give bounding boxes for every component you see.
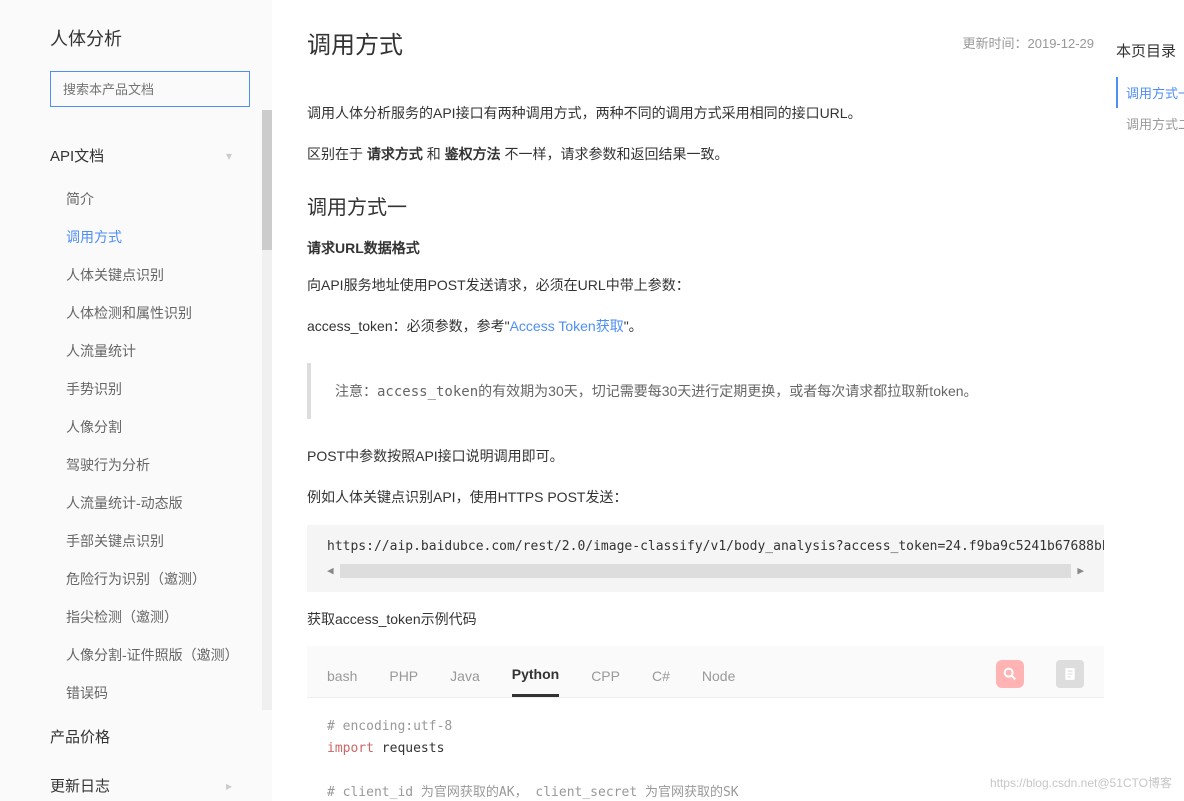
search-box[interactable]: [50, 71, 250, 107]
paragraph: POST中参数按照API接口说明调用即可。: [307, 443, 1104, 470]
paragraph: access_token：必须参数，参考"Access Token获取"。: [307, 313, 1104, 340]
nav-item[interactable]: 简介: [66, 180, 272, 218]
heading-url-format: 请求URL数据格式: [307, 238, 1104, 258]
code-content: # encoding:utf-8 import requests # clien…: [307, 698, 1104, 801]
note-box: 注意：access_token的有效期为30天，切记需要每30天进行定期更换，或…: [307, 363, 1104, 419]
tab-bash[interactable]: bash: [327, 660, 357, 696]
nav-section-label: 更新日志: [50, 775, 110, 796]
code-copy-icon[interactable]: [1056, 660, 1084, 688]
nav-item[interactable]: 错误码: [66, 674, 272, 712]
scrollbar[interactable]: [262, 110, 272, 710]
nav-item[interactable]: 人体关键点识别: [66, 256, 272, 294]
tab-cpp[interactable]: CPP: [591, 660, 620, 696]
tab-csharp[interactable]: C#: [652, 660, 670, 696]
scrollbar-thumb[interactable]: [262, 110, 272, 250]
tab-node[interactable]: Node: [702, 660, 735, 696]
update-time: 更新时间：2019-12-29: [963, 33, 1095, 52]
tab-python[interactable]: Python: [512, 658, 559, 697]
nav-item[interactable]: 危险行为识别（邀测）: [66, 560, 272, 598]
nav-item[interactable]: 手部关键点识别: [66, 522, 272, 560]
page-header: 调用方式 更新时间：2019-12-29: [307, 25, 1104, 60]
page-title: 调用方式: [307, 25, 403, 60]
nav-section-label: 产品价格: [50, 726, 110, 747]
paragraph: 例如人体关键点识别API，使用HTTPS POST发送：: [307, 484, 1104, 511]
paragraph: 获取access_token示例代码: [307, 606, 1104, 633]
tab-java[interactable]: Java: [450, 660, 480, 696]
sidebar-title: 人体分析: [50, 25, 272, 51]
sidebar: 人体分析 API文档 ▾ 简介 调用方式 人体关键点识别 人体检测和属性识别 人…: [0, 0, 272, 801]
nav-item[interactable]: 驾驶行为分析: [66, 446, 272, 484]
nav-item[interactable]: 人像分割-证件照版（邀测）: [66, 636, 272, 674]
nav-item[interactable]: 手势识别: [66, 370, 272, 408]
nav-item[interactable]: 人流量统计-动态版: [66, 484, 272, 522]
paragraph: 区别在于 请求方式 和 鉴权方法 不一样，请求参数和返回结果一致。: [307, 141, 1104, 168]
main-content: 调用方式 更新时间：2019-12-29 调用人体分析服务的API接口有两种调用…: [272, 0, 1104, 801]
nav-section-api[interactable]: API文档 ▾: [50, 131, 272, 180]
scroll-right-icon[interactable]: ▶: [1077, 564, 1084, 577]
code-search-icon[interactable]: [996, 660, 1024, 688]
nav-section-label: API文档: [50, 145, 104, 166]
nav-item[interactable]: 指尖检测（邀测）: [66, 598, 272, 636]
nav-section-changelog[interactable]: 更新日志 ▸: [50, 761, 272, 801]
horizontal-scrollbar[interactable]: ◀ ▶: [327, 564, 1084, 578]
toc-item[interactable]: 调用方式一: [1116, 77, 1184, 108]
code-url-block: https://aip.baidubce.com/rest/2.0/image-…: [307, 525, 1104, 592]
paragraph: 调用人体分析服务的API接口有两种调用方式，两种不同的调用方式采用相同的接口UR…: [307, 100, 1104, 127]
scroll-track[interactable]: [340, 564, 1072, 578]
access-token-link[interactable]: Access Token获取: [510, 318, 624, 334]
toc-title: 本页目录: [1116, 40, 1184, 61]
nav-item[interactable]: 人像分割: [66, 408, 272, 446]
nav-section-price[interactable]: 产品价格: [50, 712, 272, 761]
tab-php[interactable]: PHP: [389, 660, 418, 696]
nav-item[interactable]: 人流量统计: [66, 332, 272, 370]
nav-sublist: 简介 调用方式 人体关键点识别 人体检测和属性识别 人流量统计 手势识别 人像分…: [50, 180, 272, 712]
nav-item[interactable]: 调用方式: [66, 218, 272, 256]
search-input[interactable]: [63, 82, 239, 97]
code-tabs: bash PHP Java Python CPP C# Node: [307, 646, 1104, 698]
article-body: 调用人体分析服务的API接口有两种调用方式，两种不同的调用方式采用相同的接口UR…: [307, 100, 1104, 801]
chevron-down-icon: ▾: [226, 149, 232, 163]
chevron-right-icon: ▸: [226, 779, 232, 793]
nav-item[interactable]: 人体检测和属性识别: [66, 294, 272, 332]
heading-method-1: 调用方式一: [307, 191, 1104, 220]
scroll-left-icon[interactable]: ◀: [327, 564, 334, 577]
watermark: https://blog.csdn.net@51CTO博客: [990, 774, 1172, 791]
toc-item[interactable]: 调用方式二: [1116, 108, 1184, 139]
table-of-contents: 本页目录 调用方式一 调用方式二: [1104, 0, 1184, 801]
paragraph: 向API服务地址使用POST发送请求，必须在URL中带上参数：: [307, 272, 1104, 299]
